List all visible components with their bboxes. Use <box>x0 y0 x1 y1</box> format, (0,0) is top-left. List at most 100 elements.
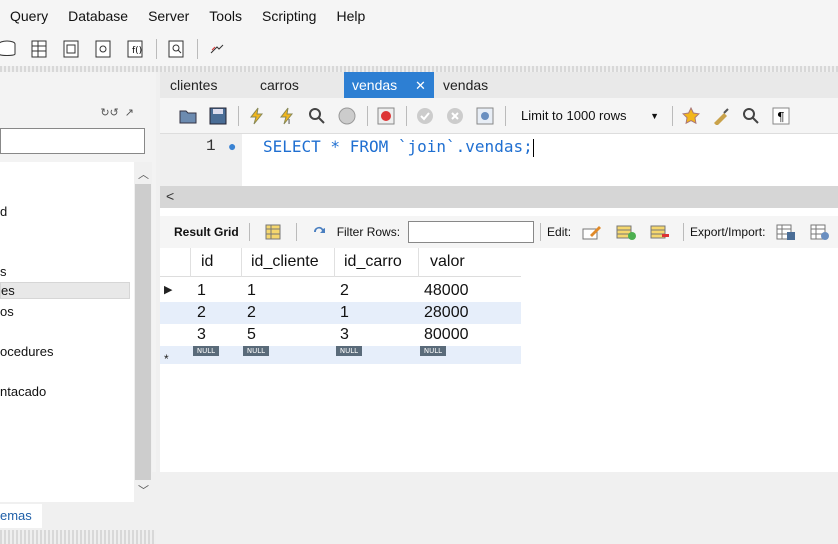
refresh-icon[interactable] <box>309 222 331 242</box>
main-toolbar: f() <box>0 32 838 66</box>
tree-item[interactable]: ntacado <box>0 384 46 399</box>
cell-id-carro[interactable]: 2 <box>340 280 349 302</box>
edit-row-icon[interactable] <box>581 222 603 242</box>
toolbar-separator <box>505 105 506 126</box>
cell-valor[interactable]: 48000 <box>424 280 469 302</box>
import-icon[interactable] <box>809 222 831 242</box>
grid-view-icon[interactable] <box>262 222 284 242</box>
invisible-chars-icon[interactable]: ¶ <box>771 106 791 126</box>
tab-vendas[interactable]: vendas <box>443 72 488 98</box>
cell-id-cliente[interactable]: 2 <box>247 302 256 324</box>
cell-id[interactable]: 1 <box>197 280 206 302</box>
line-gutter: 1 ● <box>160 134 242 186</box>
snippet-star-icon[interactable] <box>681 106 701 126</box>
refresh-icon[interactable]: ↻↺ <box>100 106 118 119</box>
toggle-error-icon[interactable] <box>376 106 396 126</box>
cell-valor[interactable]: 80000 <box>424 324 469 346</box>
cell-id-carro[interactable]: 3 <box>340 324 349 346</box>
procedure-icon[interactable] <box>92 38 114 60</box>
column-header-id-cliente[interactable]: id_cliente <box>242 248 335 277</box>
toolbar-separator <box>540 223 542 241</box>
tab-clientes[interactable]: clientes <box>170 72 217 98</box>
toolbar-separator <box>367 105 368 126</box>
column-header-valor[interactable]: valor <box>419 248 521 277</box>
cell-id-cliente[interactable]: 1 <box>247 280 256 302</box>
close-icon[interactable]: ✕ <box>415 78 426 93</box>
execute-icon[interactable] <box>247 106 267 126</box>
table-row[interactable]: 2 2 1 28000 <box>160 302 521 324</box>
commit-icon[interactable] <box>415 106 435 126</box>
open-file-icon[interactable] <box>178 106 198 126</box>
table-row[interactable]: ▶ 1 1 2 48000 <box>160 280 521 302</box>
database-connect-icon[interactable] <box>0 38 18 60</box>
tree-item-selected[interactable]: es <box>0 282 130 299</box>
new-row[interactable]: * NULL NULL NULL NULL <box>160 346 521 366</box>
function-icon[interactable]: f() <box>124 38 146 60</box>
find-icon[interactable] <box>741 106 761 126</box>
execute-current-icon[interactable]: I <box>277 106 297 126</box>
cell-id-carro[interactable]: 1 <box>340 302 349 324</box>
tab-label: vendas <box>352 77 398 93</box>
sql-editor[interactable]: 1 ● SELECT * FROM `join`.vendas; <box>160 134 838 186</box>
autocommit-icon[interactable] <box>475 106 495 126</box>
scroll-left-icon[interactable]: < <box>166 188 174 204</box>
editor-horizontal-scrollbar[interactable]: < <box>160 186 838 208</box>
table-row[interactable]: 3 5 3 80000 <box>160 324 521 346</box>
sidebar-scrollbar[interactable]: ︿ ﹀ <box>134 162 152 502</box>
tab-vendas-active[interactable]: vendas ✕ <box>344 72 434 98</box>
limit-rows-select[interactable]: Limit to 1000 rows ▼ <box>514 105 664 127</box>
tab-label: clientes <box>170 77 218 93</box>
row-header-corner <box>160 248 191 277</box>
insert-row-icon[interactable] <box>615 222 637 242</box>
null-badge: NULL <box>243 346 269 356</box>
stop-icon[interactable] <box>337 106 357 126</box>
svg-text:¶: ¶ <box>777 110 785 124</box>
tree-item[interactable]: os <box>0 304 14 319</box>
save-icon[interactable] <box>208 106 228 126</box>
filter-rows-label: Filter Rows: <box>336 225 401 239</box>
explain-icon[interactable] <box>307 106 327 126</box>
editor-tabs: clientes carros vendas ✕ vendas <box>160 72 838 98</box>
cell-id-cliente[interactable]: 5 <box>247 324 256 346</box>
filter-rows-input[interactable] <box>408 221 535 243</box>
menu-query[interactable]: Query <box>10 8 48 24</box>
new-row-marker: * <box>164 352 169 366</box>
menu-database[interactable]: Database <box>68 8 128 24</box>
scroll-thumb[interactable] <box>135 184 151 480</box>
cell-id[interactable]: 3 <box>197 324 206 346</box>
expand-icon[interactable]: ↗ <box>125 106 134 119</box>
text-caret <box>532 138 534 157</box>
cell-id[interactable]: 2 <box>197 302 206 324</box>
tab-label: vendas <box>443 77 489 93</box>
column-header-id[interactable]: id <box>191 248 242 277</box>
menu-server[interactable]: Server <box>148 8 189 24</box>
table-icon[interactable] <box>28 38 50 60</box>
sidebar-tab-schemas[interactable]: emas <box>0 504 42 528</box>
menu-help[interactable]: Help <box>336 8 365 24</box>
result-grid-tab[interactable]: Result Grid <box>174 225 239 239</box>
tree-item[interactable]: s <box>0 264 7 279</box>
menu-scripting[interactable]: Scripting <box>262 8 316 24</box>
cell-valor[interactable]: 28000 <box>424 302 469 324</box>
query-toolbar: I Limit to 1000 rows ▼ ¶ <box>160 98 838 134</box>
beautify-icon[interactable] <box>711 106 731 126</box>
rollback-icon[interactable] <box>445 106 465 126</box>
scroll-down-icon[interactable]: ﹀ <box>138 482 149 498</box>
sql-code[interactable]: SELECT * FROM `join`.vendas; <box>263 137 534 157</box>
menu-tools[interactable]: Tools <box>209 8 242 24</box>
tree-item[interactable]: d <box>0 204 7 219</box>
result-grid: id id_cliente id_carro valor ▶ 1 1 2 480… <box>160 248 838 472</box>
chevron-down-icon: ▼ <box>650 110 659 121</box>
view-icon[interactable] <box>60 38 82 60</box>
search-table-icon[interactable] <box>165 38 187 60</box>
delete-row-icon[interactable] <box>649 222 671 242</box>
tree-item[interactable]: ocedures <box>0 344 53 359</box>
reconnect-icon[interactable] <box>206 38 228 60</box>
export-icon[interactable] <box>775 222 797 242</box>
scroll-up-icon[interactable]: ︿ <box>138 166 149 182</box>
schema-search-input[interactable] <box>0 128 145 154</box>
toolbar-separator <box>238 105 239 126</box>
tab-carros[interactable]: carros <box>260 72 299 98</box>
toolbar-separator <box>248 223 250 241</box>
column-header-id-carro[interactable]: id_carro <box>335 248 419 277</box>
